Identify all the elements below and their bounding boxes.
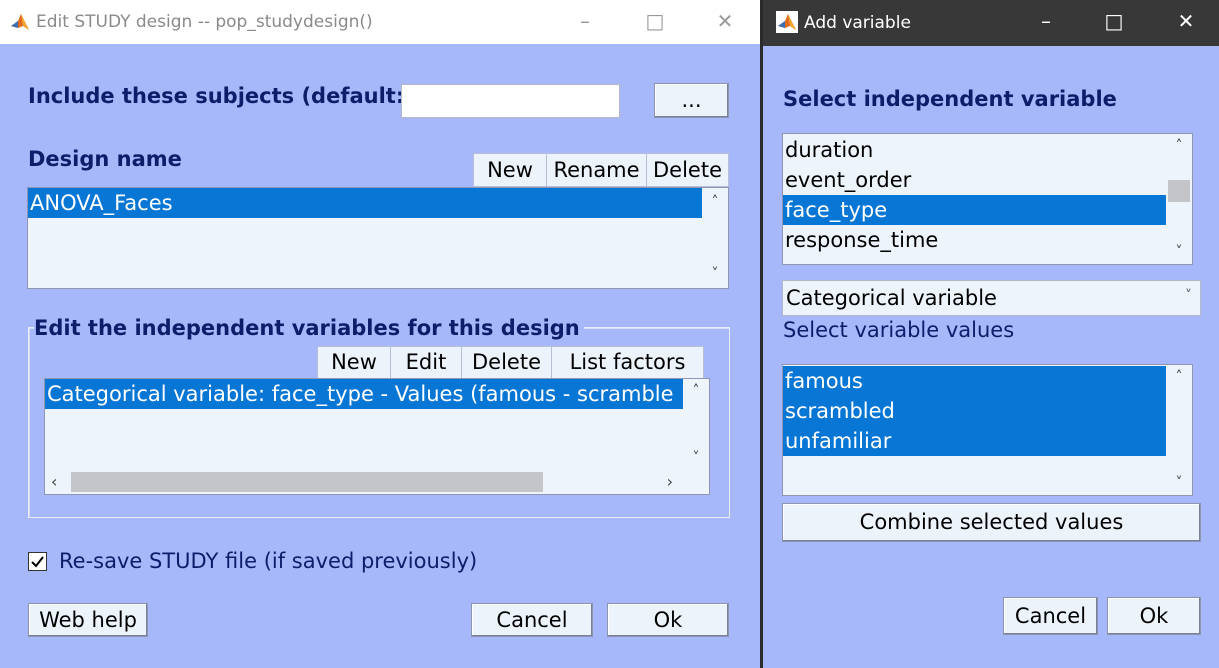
add-variable-cancel-button[interactable]: Cancel xyxy=(1003,597,1098,635)
scroll-down-icon[interactable]: ˅ xyxy=(683,450,709,466)
maximize-icon[interactable]: □ xyxy=(1091,0,1137,44)
scroll-up-icon[interactable]: ˄ xyxy=(702,194,728,210)
variable-list-item[interactable]: Categorical variable: face_type - Values… xyxy=(45,379,684,409)
cancel-button[interactable]: Cancel xyxy=(471,603,593,637)
scroll-up-icon[interactable]: ˄ xyxy=(683,383,709,399)
vertical-scroll-thumb[interactable] xyxy=(1168,180,1190,202)
value-option[interactable]: scrambled xyxy=(783,396,1166,426)
edit-variables-label: Edit the independent variables for this … xyxy=(34,316,584,340)
variables-vertical-scrollbar[interactable]: ˄ ˅ xyxy=(683,379,709,470)
scroll-left-icon[interactable]: ‹ xyxy=(51,472,57,491)
chevron-down-icon[interactable]: ˅ xyxy=(1185,288,1192,304)
close-icon[interactable]: ✕ xyxy=(1163,0,1209,44)
variable-list-scrollbar[interactable]: ˄ ˅ xyxy=(1166,134,1192,264)
variable-values-list[interactable]: famous scrambled unfamiliar ˄ ˅ xyxy=(782,364,1193,496)
horizontal-scroll-thumb[interactable] xyxy=(71,472,543,492)
independent-variable-list[interactable]: duration event_order face_type response_… xyxy=(782,133,1193,265)
include-subjects-label: Include these subjects (default: a xyxy=(28,84,426,108)
variable-option[interactable]: event_order xyxy=(783,165,1166,195)
variable-option[interactable]: response_time xyxy=(783,225,1166,255)
values-list-scrollbar[interactable]: ˄ ˅ xyxy=(1166,365,1192,495)
design-button-group: New Rename Delete xyxy=(473,153,729,187)
matlab-logo-icon xyxy=(9,11,31,33)
value-option[interactable]: famous xyxy=(783,366,1166,396)
ok-button[interactable]: Ok xyxy=(607,603,729,637)
scroll-up-icon[interactable]: ˄ xyxy=(1166,369,1192,385)
variable-button-group: New Edit Delete List factors xyxy=(317,346,704,379)
design-rename-button[interactable]: Rename xyxy=(547,154,647,186)
variable-option[interactable]: duration xyxy=(783,135,1166,165)
design-list-item[interactable]: ANOVA_Faces xyxy=(28,188,703,218)
left-window-title: Edit STUDY design -- pop_studydesign() xyxy=(36,12,373,32)
scroll-right-icon[interactable]: › xyxy=(667,472,673,491)
variable-edit-button[interactable]: Edit xyxy=(391,347,462,378)
select-values-label: Select variable values xyxy=(783,318,1015,342)
resave-label: Re-save STUDY file (if saved previously) xyxy=(59,549,478,573)
study-design-window: Edit STUDY design -- pop_studydesign() –… xyxy=(0,0,760,668)
add-variable-ok-button[interactable]: Ok xyxy=(1107,597,1201,635)
right-title-bar: Add variable – □ ✕ xyxy=(763,0,1219,46)
close-icon[interactable]: ✕ xyxy=(702,0,748,44)
minimize-icon[interactable]: – xyxy=(562,0,608,44)
design-name-label: Design name xyxy=(28,147,182,171)
select-variable-label: Select independent variable xyxy=(783,87,1117,111)
design-list[interactable]: ANOVA_Faces ˄ ˅ xyxy=(27,187,729,289)
right-window-title: Add variable xyxy=(804,13,911,33)
variable-option-selected[interactable]: face_type xyxy=(783,195,1166,225)
variable-type-value: Categorical variable xyxy=(786,286,997,310)
maximize-icon[interactable]: □ xyxy=(632,0,678,44)
design-new-button[interactable]: New xyxy=(474,154,547,186)
include-subjects-input[interactable] xyxy=(401,84,620,118)
checkmark-icon xyxy=(31,556,44,568)
variable-delete-button[interactable]: Delete xyxy=(462,347,552,378)
list-factors-button[interactable]: List factors xyxy=(552,347,703,378)
design-delete-button[interactable]: Delete xyxy=(647,154,728,186)
design-list-scrollbar[interactable]: ˄ ˅ xyxy=(702,188,728,288)
add-variable-window: Add variable – □ ✕ Select independent va… xyxy=(763,0,1219,668)
matlab-logo-icon xyxy=(776,11,798,33)
variables-list[interactable]: Categorical variable: face_type - Values… xyxy=(44,378,710,495)
variable-type-select[interactable]: Categorical variable ˅ xyxy=(782,280,1201,316)
resave-checkbox[interactable] xyxy=(28,552,47,571)
left-title-bar: Edit STUDY design -- pop_studydesign() –… xyxy=(0,0,760,44)
web-help-button[interactable]: Web help xyxy=(28,603,148,637)
scroll-down-icon[interactable]: ˅ xyxy=(1166,244,1192,260)
scroll-down-icon[interactable]: ˅ xyxy=(702,266,728,282)
scroll-up-icon[interactable]: ˄ xyxy=(1166,138,1192,154)
minimize-icon[interactable]: – xyxy=(1023,0,1069,44)
combine-values-button[interactable]: Combine selected values xyxy=(782,503,1201,542)
browse-subjects-button[interactable]: ... xyxy=(654,83,729,118)
value-option[interactable]: unfamiliar xyxy=(783,426,1166,456)
variable-new-button[interactable]: New xyxy=(318,347,391,378)
scroll-down-icon[interactable]: ˅ xyxy=(1166,475,1192,491)
variables-horizontal-scrollbar[interactable]: ‹ › xyxy=(45,470,683,494)
